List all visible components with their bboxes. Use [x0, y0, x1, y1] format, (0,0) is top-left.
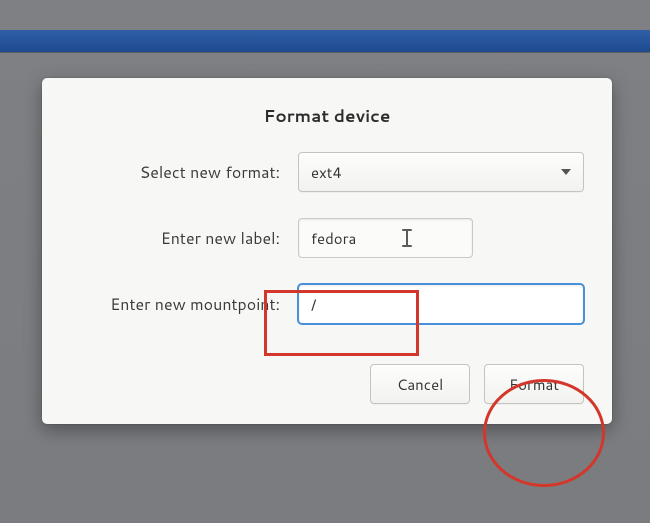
mountpoint-label: Enter new mountpoint: [70, 293, 298, 316]
label-input[interactable] [298, 218, 473, 258]
format-row: Select new format: ext4 [70, 152, 584, 192]
top-bar-stripe [0, 30, 650, 52]
chevron-down-icon [561, 169, 571, 175]
format-combobox-value: ext4 [311, 162, 553, 183]
dialog-title: Format device [70, 104, 584, 128]
desktop-background: Format device Select new format: ext4 En… [0, 0, 650, 523]
mountpoint-input[interactable] [298, 284, 584, 324]
format-combobox[interactable]: ext4 [298, 152, 584, 192]
text-cursor-icon [402, 229, 412, 247]
format-label: Select new format: [70, 161, 298, 184]
mountpoint-row: Enter new mountpoint: [70, 284, 584, 324]
cancel-button[interactable]: Cancel [370, 364, 470, 404]
dialog-button-row: Cancel Format [70, 364, 584, 404]
label-row: Enter new label: [70, 218, 584, 258]
label-label: Enter new label: [70, 227, 298, 250]
format-button[interactable]: Format [484, 364, 584, 404]
format-device-dialog: Format device Select new format: ext4 En… [42, 78, 612, 424]
